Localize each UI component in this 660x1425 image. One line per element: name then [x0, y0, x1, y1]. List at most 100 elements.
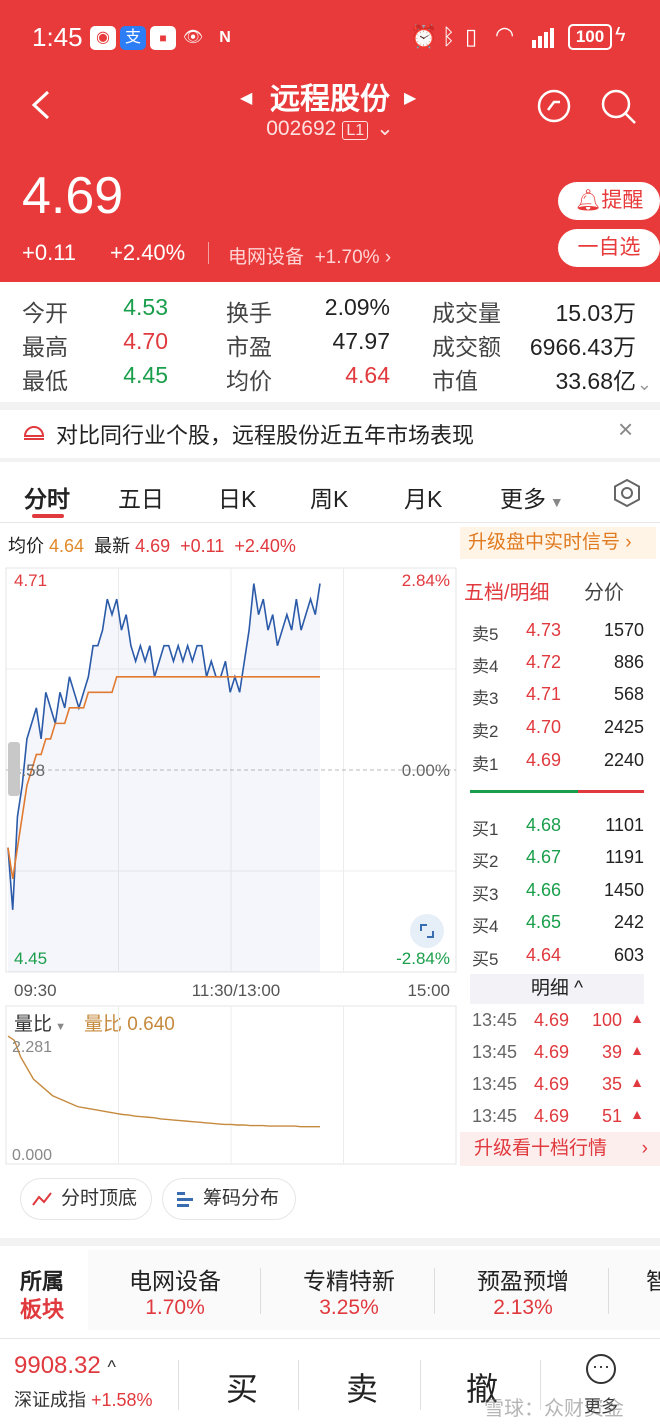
sell-level-price: 4.72 — [526, 652, 562, 672]
up-arrow-icon: ▲ — [630, 1010, 644, 1026]
index-name-text: 深证成指 — [14, 1390, 86, 1410]
pct-mid-label: 0.00% — [402, 761, 450, 780]
tab-5day[interactable]: 五日 — [118, 480, 164, 514]
stat-value: 15.03万 — [555, 300, 636, 326]
signal-icon — [532, 26, 560, 53]
detail-toggle[interactable]: 明细 ^ — [470, 974, 644, 1004]
share-icon[interactable] — [536, 88, 572, 129]
tab-monthly-k[interactable]: 月K — [404, 480, 442, 514]
upgrade-label: 升级盘中实时信号 — [468, 532, 621, 553]
buy-level-label: 买3 — [472, 885, 499, 904]
stat-value: 4.45 — [123, 362, 168, 388]
index-value[interactable]: 9908.32 ^ — [14, 1352, 116, 1380]
chip-label: 筹码分布 — [203, 1188, 280, 1209]
tick-price: 4.69 — [534, 1010, 570, 1030]
tick-row: 13:45 4.69 51 ▲ — [460, 1106, 660, 1134]
up-arrow-icon: ▲ — [630, 1074, 644, 1090]
sell-level-label: 卖1 — [472, 755, 499, 774]
chip-label: 分时顶底 — [61, 1188, 138, 1209]
chip-distribution-chip[interactable]: 筹码分布 — [162, 1178, 296, 1220]
trend-icon — [32, 1192, 52, 1206]
price-dist-tab[interactable]: 分价 — [584, 576, 624, 605]
tick-price: 4.69 — [534, 1074, 570, 1094]
code-text: 002692 — [266, 117, 337, 140]
vol-ratio-chart[interactable]: 2.281 0.000 — [0, 1000, 460, 1170]
stat-label: 市值 — [432, 368, 478, 394]
stock-header: 1:45 ◉ 支 ■ 👁 N ⏰ ᛒ ▯ ◠ 100 ϟ ◀ 远程股份 ▶ 00… — [0, 0, 660, 282]
buy-level-volume: 603 — [613, 945, 644, 965]
upgrade-signal-button[interactable]: 升级盘中实时信号 › — [460, 527, 656, 559]
stat-value: 4.64 — [345, 362, 390, 388]
sector-item-name[interactable]: 预盈预增 — [436, 1262, 610, 1296]
buy-level-price: 4.67 — [526, 847, 562, 867]
tick-volume: 35 — [601, 1074, 622, 1094]
tick-row: 13:45 4.69 39 ▲ — [460, 1042, 660, 1070]
sell-level-price: 4.69 — [526, 750, 562, 770]
chevron-right-icon: › — [641, 1138, 648, 1159]
separator — [0, 458, 660, 462]
chevron-up-icon: ^ — [107, 1357, 116, 1377]
orderbook: 卖5 4.73 1570 卖4 4.72 886 卖3 4.71 568 卖2 4.70 2425 卖1… — [460, 604, 660, 974]
stats-grid: 今开 4.53 换手 2.09% 成交量 15.03万 最高 4.70 市盈 47.97 成交额 69… — [0, 282, 660, 402]
buy-level-volume: 1450 — [603, 880, 644, 900]
expand-icon[interactable] — [410, 914, 444, 948]
price-area — [8, 583, 320, 972]
charging-icon: ϟ — [615, 24, 626, 46]
buy-level-volume: 1191 — [605, 847, 644, 867]
sector-item-pct: 3.25% — [319, 1296, 379, 1319]
sell-level-price: 4.73 — [526, 620, 562, 640]
intraday-chart[interactable]: 4.714.584.452.84%0.00%-2.84%09:30 11:30/1… — [0, 562, 460, 1002]
stat-label: 市盈 — [226, 334, 272, 360]
chevron-down-icon[interactable]: ⌄ — [637, 374, 652, 395]
divider — [434, 1268, 435, 1314]
chart-drag-handle[interactable] — [8, 742, 20, 796]
sell-button[interactable]: 卖 — [346, 1364, 378, 1410]
remind-button[interactable]: 🔔︎提醒 — [558, 182, 660, 220]
sector-item-name[interactable]: 电网设备 — [88, 1262, 262, 1296]
sector-link[interactable]: 电网设备 +1.70% › — [228, 242, 391, 269]
orderbook-tab[interactable]: 五档/明细 — [464, 576, 550, 605]
tick-time: 13:45 — [472, 1010, 518, 1030]
upgrade-10-button[interactable]: 升级看十档行情 › — [460, 1132, 660, 1166]
sell-level-volume: 2425 — [603, 717, 644, 737]
settings-icon[interactable] — [612, 478, 642, 513]
sector-item-partial[interactable]: 智 — [646, 1262, 660, 1296]
separator — [0, 1238, 660, 1246]
stat-label: 今开 — [22, 300, 68, 326]
tick-volume: 100 — [591, 1010, 622, 1030]
weibo-icon: ◉ — [90, 26, 116, 50]
sector-list: 电网设备 1.70% 专精特新 3.25% 预盈预增 2.13% 智 — [88, 1250, 660, 1330]
nfc-icon: N — [219, 29, 231, 46]
tab-more[interactable]: 更多 ▼ — [500, 480, 564, 514]
divider — [420, 1360, 421, 1410]
sector-item-name[interactable]: 专精特新 — [262, 1262, 436, 1296]
y-min-label: 4.45 — [14, 949, 47, 968]
sell-level-volume: 568 — [613, 684, 644, 704]
next-stock-icon[interactable]: ▶ — [404, 88, 416, 108]
buy-level-volume: 1101 — [605, 815, 644, 835]
caret-down-icon: ▼ — [546, 494, 564, 510]
close-icon[interactable]: × — [618, 414, 633, 445]
price-change: +0.11 — [22, 240, 77, 265]
chevron-down-icon[interactable]: ⌄ — [376, 117, 394, 140]
search-icon[interactable] — [600, 88, 638, 131]
divider — [178, 1360, 179, 1410]
tick-row: 13:45 4.69 100 ▲ — [460, 1010, 660, 1038]
tab-daily-k[interactable]: 日K — [218, 480, 256, 514]
stat-label: 换手 — [226, 300, 272, 326]
add-watchlist-button[interactable]: 一自选 — [558, 229, 660, 267]
more-icon[interactable]: ··· — [586, 1354, 616, 1384]
pct-min-label: -2.84% — [396, 949, 450, 968]
tab-intraday[interactable]: 分时 — [24, 480, 70, 514]
tab-weekly-k[interactable]: 周K — [310, 480, 348, 514]
chart-change-pct: +2.40% — [234, 536, 296, 556]
buy-level-label: 买2 — [472, 852, 499, 871]
stat-label: 均价 — [226, 368, 272, 394]
sector-item-pct: 1.70% — [145, 1296, 205, 1319]
sell-level-price: 4.71 — [526, 684, 562, 704]
intraday-top-bottom-chip[interactable]: 分时顶底 — [20, 1178, 152, 1220]
index-name: 深证成指 +1.58% — [14, 1386, 153, 1412]
compare-banner[interactable]: 对比同行业个股，远程股份近五年市场表现 — [56, 418, 474, 450]
status-time: 1:45 — [32, 22, 83, 52]
buy-button[interactable]: 买 — [226, 1364, 258, 1410]
